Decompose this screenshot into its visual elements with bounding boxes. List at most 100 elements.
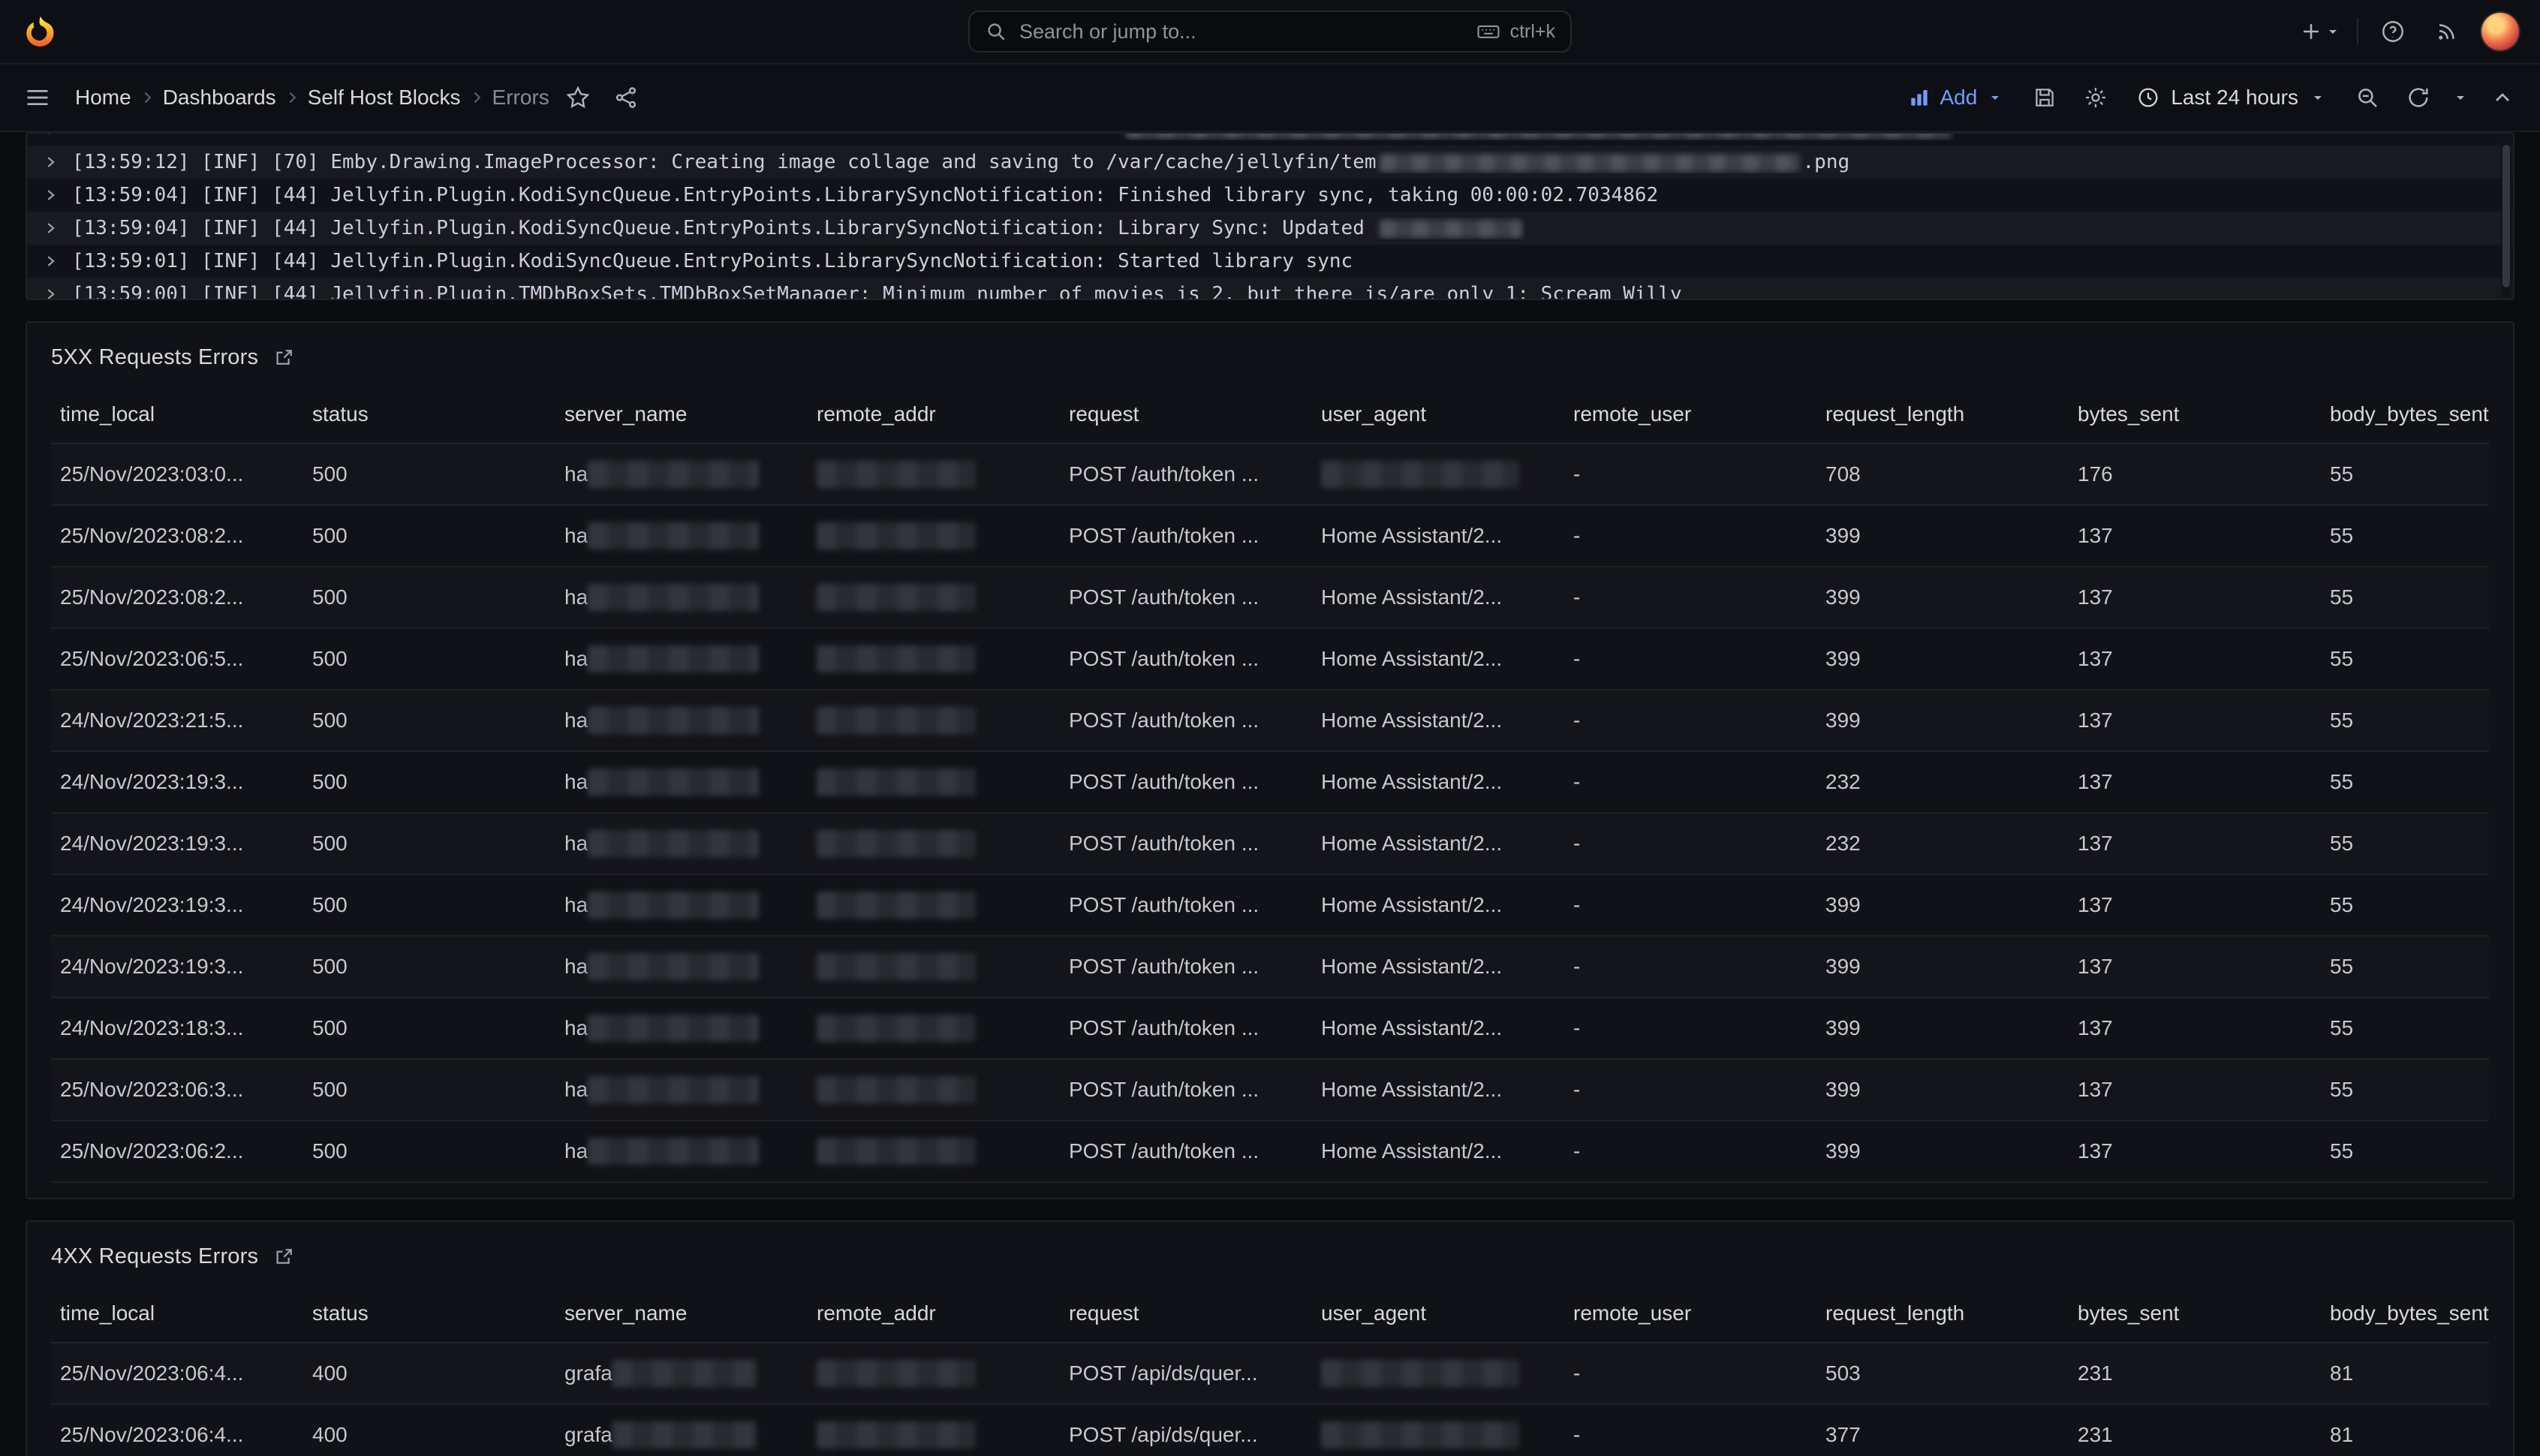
dashboard-settings-button[interactable] — [2076, 77, 2115, 119]
table-row[interactable]: 24/Nov/2023:19:3...500haPOST /auth/token… — [51, 752, 2489, 814]
column-header-remote_addr[interactable]: remote_addr — [808, 386, 1060, 443]
zoom-out-button[interactable] — [2348, 77, 2387, 119]
log-scrollbar[interactable] — [2501, 135, 2511, 297]
cell-request-length: 399 — [1816, 937, 2069, 997]
column-header-remote_addr[interactable]: remote_addr — [808, 1285, 1060, 1342]
column-header-bytes_sent[interactable]: bytes_sent — [2069, 386, 2321, 443]
redacted-value — [817, 584, 976, 611]
column-header-body_bytes_sent[interactable]: body_bytes_sent — [2321, 386, 2489, 443]
table-row[interactable]: 25/Nov/2023:06:3...500haPOST /auth/token… — [51, 1060, 2489, 1121]
column-header-server_name[interactable]: server_name — [555, 386, 808, 443]
external-link-icon[interactable] — [273, 346, 296, 369]
column-header-time_local[interactable]: time_local — [51, 386, 303, 443]
refresh-icon — [2406, 85, 2431, 110]
star-icon — [565, 85, 591, 110]
table-row[interactable]: 25/Nov/2023:08:2...500haPOST /auth/token… — [51, 506, 2489, 567]
log-expand-chevron-icon[interactable] — [42, 220, 59, 236]
collapse-controls-button[interactable] — [2483, 77, 2522, 119]
log-scrollbar-thumb[interactable] — [2502, 145, 2510, 287]
column-header-bytes_sent[interactable]: bytes_sent — [2069, 1285, 2321, 1342]
panel-title[interactable]: 4XX Requests Errors — [51, 1244, 258, 1269]
table-row[interactable]: 25/Nov/2023:06:4...400grafaPOST /api/ds/… — [51, 1343, 2489, 1405]
cell-user-agent: Home Assistant/2... — [1312, 1121, 1564, 1181]
column-header-time_local[interactable]: time_local — [51, 1285, 303, 1342]
cell-request-length: 708 — [1816, 444, 2069, 504]
redacted-text — [1380, 154, 1800, 172]
column-header-remote_user[interactable]: remote_user — [1564, 386, 1816, 443]
logs-panel: [13:59:12] [INF] [70] Emby.Drawing.Image… — [26, 132, 2514, 300]
log-line[interactable] — [27, 132, 2513, 146]
log-line[interactable]: [13:59:04] [INF] [44] Jellyfin.Plugin.Ko… — [27, 179, 2513, 212]
cell-server-name: grafa — [555, 1405, 808, 1456]
redacted-value — [588, 584, 759, 611]
news-icon[interactable] — [2427, 11, 2466, 53]
panel-title[interactable]: 5XX Requests Errors — [51, 345, 258, 370]
column-header-body_bytes_sent[interactable]: body_bytes_sent — [2321, 1285, 2489, 1342]
cell-body-bytes-sent: 55 — [2321, 567, 2489, 627]
user-avatar[interactable] — [2481, 13, 2519, 50]
table-row[interactable]: 25/Nov/2023:06:4...400grafaPOST /api/ds/… — [51, 1405, 2489, 1456]
rss-icon — [2434, 19, 2460, 44]
new-button[interactable] — [2298, 11, 2342, 53]
table-row[interactable]: 25/Nov/2023:08:2...500haPOST /auth/token… — [51, 567, 2489, 629]
cell-remote-addr — [808, 875, 1060, 935]
log-expand-chevron-icon[interactable] — [42, 132, 59, 137]
redacted-value — [588, 953, 759, 980]
cell-user-agent: Home Assistant/2... — [1312, 1060, 1564, 1120]
table-row[interactable]: 24/Nov/2023:19:3...500haPOST /auth/token… — [51, 875, 2489, 937]
log-expand-chevron-icon[interactable] — [42, 187, 59, 203]
column-header-remote_user[interactable]: remote_user — [1564, 1285, 1816, 1342]
favorite-star-icon[interactable] — [558, 77, 597, 119]
cell-time-local: 24/Nov/2023:19:3... — [51, 937, 303, 997]
log-line[interactable]: [13:59:00] [INF] [44] Jellyfin.Plugin.TM… — [27, 278, 2513, 300]
cell-remote-user: - — [1564, 629, 1816, 689]
cell-bytes-sent: 176 — [2069, 444, 2321, 504]
breadcrumb-home[interactable]: Home — [75, 86, 131, 110]
table-row[interactable]: 25/Nov/2023:03:0...500haPOST /auth/token… — [51, 444, 2489, 506]
table-row[interactable]: 24/Nov/2023:19:3...500haPOST /auth/token… — [51, 814, 2489, 875]
column-header-status[interactable]: status — [303, 1285, 555, 1342]
redacted-value — [588, 892, 759, 919]
save-dashboard-button[interactable] — [2025, 77, 2064, 119]
column-header-server_name[interactable]: server_name — [555, 1285, 808, 1342]
column-header-user_agent[interactable]: user_agent — [1312, 1285, 1564, 1342]
cell-request-length: 232 — [1816, 752, 2069, 812]
table-row[interactable]: 25/Nov/2023:06:5...500haPOST /auth/token… — [51, 629, 2489, 690]
search-input[interactable]: Search or jump to... ctrl+k — [968, 11, 1572, 53]
cell-server-name: ha — [555, 752, 808, 812]
log-expand-chevron-icon[interactable] — [42, 154, 59, 170]
column-header-request_length[interactable]: request_length — [1816, 1285, 2069, 1342]
column-header-status[interactable]: status — [303, 386, 555, 443]
table-row[interactable]: 24/Nov/2023:19:3...500haPOST /auth/token… — [51, 937, 2489, 998]
cell-server-name: ha — [555, 1121, 808, 1181]
column-header-request_length[interactable]: request_length — [1816, 386, 2069, 443]
breadcrumb-dashboards[interactable]: Dashboards — [163, 86, 276, 110]
log-expand-chevron-icon[interactable] — [42, 253, 59, 269]
chevron-right-icon — [137, 88, 157, 107]
help-icon[interactable] — [2373, 11, 2412, 53]
menu-toggle-icon[interactable] — [18, 77, 57, 119]
table-row[interactable]: 24/Nov/2023:18:3...500haPOST /auth/token… — [51, 998, 2489, 1060]
refresh-button[interactable] — [2399, 77, 2438, 119]
column-header-request[interactable]: request — [1060, 1285, 1312, 1342]
log-line[interactable]: [13:59:12] [INF] [70] Emby.Drawing.Image… — [27, 146, 2513, 179]
toolbar-right-actions: Add Last 24 hours — [1898, 77, 2523, 119]
log-line[interactable]: [13:59:04] [INF] [44] Jellyfin.Plugin.Ko… — [27, 212, 2513, 245]
breadcrumb-self-host-blocks[interactable]: Self Host Blocks — [308, 86, 461, 110]
add-button[interactable]: Add — [1898, 86, 2014, 110]
column-header-user_agent[interactable]: user_agent — [1312, 386, 1564, 443]
log-expand-chevron-icon[interactable] — [42, 286, 59, 300]
question-circle-icon — [2379, 18, 2406, 45]
table-row[interactable]: 25/Nov/2023:06:2...500haPOST /auth/token… — [51, 1121, 2489, 1183]
grafana-logo-icon[interactable] — [21, 12, 60, 51]
external-link-icon[interactable] — [273, 1245, 296, 1268]
column-header-request[interactable]: request — [1060, 386, 1312, 443]
cell-request-length: 399 — [1816, 875, 2069, 935]
table-row[interactable]: 24/Nov/2023:21:5...500haPOST /auth/token… — [51, 690, 2489, 752]
time-range-picker[interactable]: Last 24 hours — [2127, 86, 2336, 110]
cell-user-agent: Home Assistant/2... — [1312, 629, 1564, 689]
refresh-interval-dropdown[interactable] — [2450, 77, 2471, 119]
share-icon[interactable] — [606, 77, 646, 119]
log-line[interactable]: [13:59:01] [INF] [44] Jellyfin.Plugin.Ko… — [27, 245, 2513, 278]
cell-request-length: 399 — [1816, 998, 2069, 1058]
